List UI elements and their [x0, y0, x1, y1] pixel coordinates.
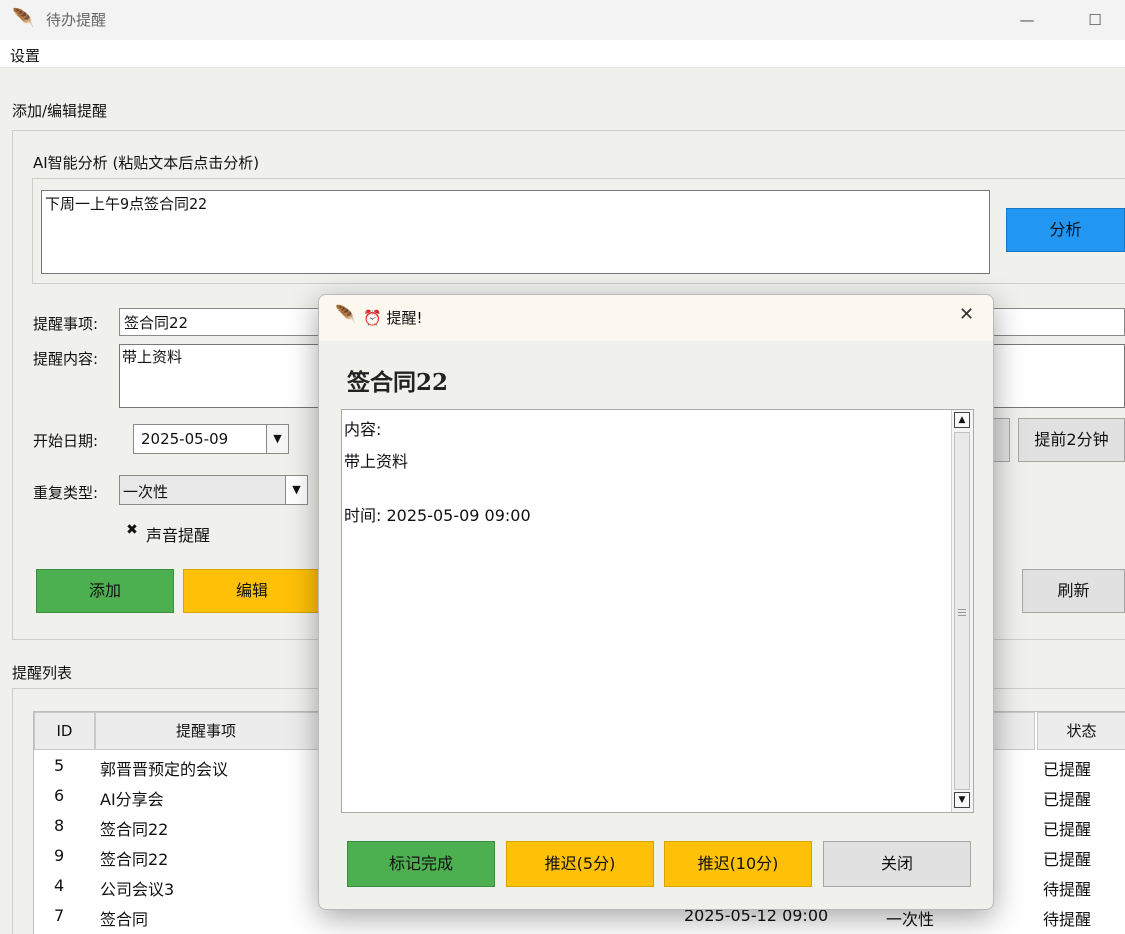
scroll-down-icon[interactable]: ▼: [954, 792, 970, 808]
row-title: AI分享会: [100, 790, 164, 809]
content-label: 提醒内容:: [33, 350, 99, 368]
row-id: 8: [54, 816, 65, 835]
repeat-label: 重复类型:: [33, 484, 99, 502]
ai-text-area[interactable]: 下周一上午9点签合同22: [41, 190, 990, 274]
analyze-button[interactable]: 分析: [1006, 208, 1125, 252]
scroll-thumb[interactable]: [954, 432, 970, 790]
row-status: 已提醒: [1043, 820, 1092, 839]
dialog-title: ⏰ 提醒!: [363, 309, 423, 327]
row-id: 9: [54, 846, 65, 865]
dialog-scrollbar[interactable]: ▲ ▼: [951, 410, 973, 812]
sound-label: 声音提醒: [146, 526, 211, 545]
advance-2min-button[interactable]: 提前2分钟: [1018, 418, 1125, 462]
ai-text: 下周一上午9点签合同22: [45, 195, 208, 213]
dialog-close-button[interactable]: 关闭: [823, 841, 971, 887]
time-line: 时间: 2025-05-09 09:00: [344, 506, 531, 525]
mark-done-button[interactable]: 标记完成: [347, 841, 495, 887]
column-header-id[interactable]: ID: [34, 712, 95, 750]
row-title: 公司会议3: [100, 880, 175, 899]
form-section-title: 添加/编辑提醒: [12, 102, 108, 120]
row-status: 已提醒: [1043, 790, 1092, 809]
snooze-5-button[interactable]: 推迟(5分): [506, 841, 654, 887]
start-date-picker[interactable]: 2025-05-09 ▼: [133, 424, 289, 454]
content-value: 带上资料: [122, 348, 183, 366]
dropdown-arrow-icon[interactable]: ▼: [285, 476, 307, 504]
column-header-status[interactable]: 状态: [1037, 712, 1125, 750]
row-status: 已提醒: [1043, 760, 1092, 779]
refresh-button[interactable]: 刷新: [1022, 569, 1125, 613]
feather-icon: 🪶: [12, 8, 35, 29]
menu-settings[interactable]: 设置: [10, 45, 40, 66]
title-label: 提醒事项:: [33, 315, 99, 333]
row-title: 签合同: [100, 910, 149, 929]
ai-section-label: AI智能分析 (粘贴文本后点击分析): [33, 154, 260, 172]
add-button[interactable]: 添加: [36, 569, 174, 613]
reminder-dialog: 🪶 ⏰ 提醒! ✕ 签合同22 内容: 带上资料 时间: 2025-05-09 …: [318, 294, 994, 910]
row-id: 4: [54, 876, 65, 895]
maximize-button[interactable]: ☐: [1072, 6, 1118, 34]
row-status: 已提醒: [1043, 850, 1092, 869]
row-status: 待提醒: [1043, 910, 1092, 929]
dialog-text-area[interactable]: 内容: 带上资料 时间: 2025-05-09 09:00 ▲ ▼: [341, 409, 974, 813]
row-title: 签合同22: [100, 850, 169, 869]
row-id: 7: [54, 906, 65, 925]
title-entry-value: 签合同22: [124, 314, 189, 332]
snooze-10-button[interactable]: 推迟(10分): [664, 841, 812, 887]
dialog-heading: 签合同22: [347, 369, 449, 396]
hidden-button-edge: [994, 418, 1010, 462]
row-id: 5: [54, 756, 65, 775]
list-section-title: 提醒列表: [12, 664, 73, 682]
title-bar: 🪶 待办提醒 — ☐: [0, 0, 1125, 40]
menu-bar: 设置: [0, 40, 1125, 68]
edit-button[interactable]: 编辑: [183, 569, 321, 613]
feather-icon: 🪶: [335, 305, 357, 325]
sound-checkbox[interactable]: ✖: [124, 522, 140, 538]
row-status: 待提醒: [1043, 880, 1092, 899]
row-title: 签合同22: [100, 820, 169, 839]
start-date-value: 2025-05-09: [141, 430, 229, 448]
column-header-title-label: 提醒事项: [176, 722, 237, 740]
close-icon[interactable]: ✕: [959, 304, 974, 325]
repeat-type-combo[interactable]: 一次性 ▼: [119, 475, 308, 505]
minimize-button[interactable]: —: [1004, 6, 1050, 34]
content-value-line: 带上资料: [344, 452, 409, 471]
content-label-line: 内容:: [344, 420, 382, 439]
repeat-type-value: 一次性: [123, 483, 169, 501]
scroll-up-icon[interactable]: ▲: [954, 412, 970, 428]
start-date-label: 开始日期:: [33, 432, 99, 450]
window-title: 待办提醒: [46, 11, 107, 29]
row-id: 6: [54, 786, 65, 805]
row-title: 郭晋晋预定的会议: [100, 760, 229, 779]
dialog-title-bar: 🪶 ⏰ 提醒! ✕: [319, 295, 993, 341]
advance-button-label: 提前2分钟: [1034, 430, 1109, 449]
dropdown-arrow-icon[interactable]: ▼: [266, 425, 288, 453]
